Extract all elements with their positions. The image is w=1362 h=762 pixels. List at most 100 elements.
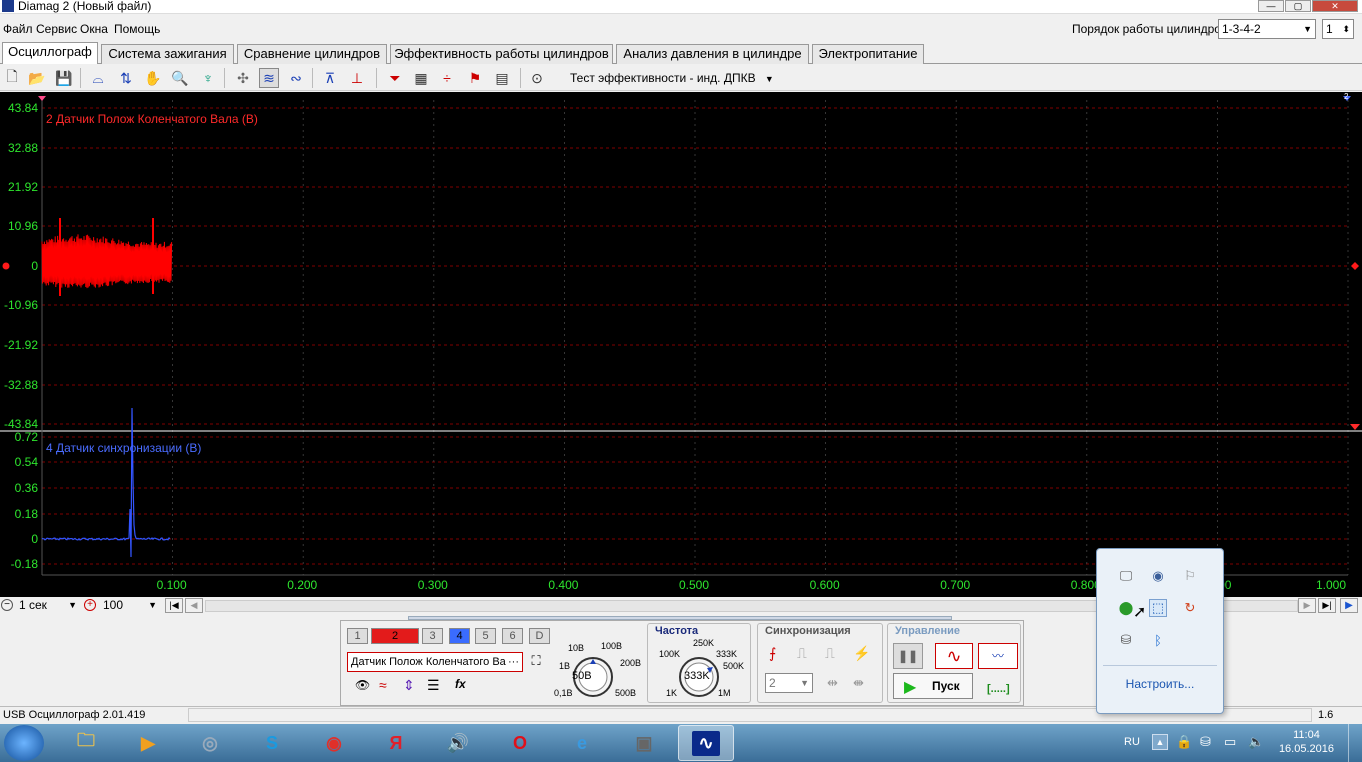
channel-4-button[interactable]: 4	[449, 628, 470, 644]
go-end-button[interactable]: ▶|	[1318, 598, 1336, 613]
channel-6-button[interactable]: 6	[502, 628, 523, 644]
sensor-name-field[interactable]: Датчик Полож Коленчатого Ва ···	[347, 652, 523, 672]
menu-windows[interactable]: Окна	[80, 22, 108, 36]
app-disk-taskbar-icon[interactable]: ◎	[182, 725, 238, 761]
timebase-select[interactable]: 1 сек ▼	[16, 598, 80, 614]
filter-icon[interactable]: ⏷	[385, 68, 405, 88]
media-player-taskbar-icon[interactable]: ▶	[120, 725, 176, 761]
tray-configure-link[interactable]: Настроить...	[1097, 677, 1223, 691]
show-desktop-button[interactable]	[1348, 724, 1362, 762]
trigger-icon[interactable]: ⚡	[853, 645, 875, 665]
volume-tray-icon[interactable]: 🔈	[1248, 734, 1264, 750]
menu-help[interactable]: Помощь	[114, 22, 160, 36]
expand-icon[interactable]: ⇹	[827, 675, 838, 691]
flag-tray-icon[interactable]: ⚐	[1181, 567, 1199, 585]
tab-power[interactable]: Электропитание	[812, 44, 924, 64]
menu-file[interactable]: Файл	[3, 22, 33, 36]
cylinder-count-stepper[interactable]: 1 ⬍	[1322, 19, 1354, 39]
disc-tray-icon[interactable]: ◉	[1149, 567, 1167, 585]
tab-ignition[interactable]: Система зажигания	[101, 44, 234, 64]
rising-edge-icon[interactable]: ⨍	[769, 645, 791, 665]
waveform-overlay-icon[interactable]: ∾	[286, 68, 306, 88]
close-button[interactable]: ✕	[1312, 0, 1358, 12]
network-tray-icon[interactable]: ▭	[1224, 734, 1236, 750]
eye-icon[interactable]: 👁	[355, 678, 370, 692]
tray-expand-icon[interactable]: ▲	[1152, 734, 1168, 750]
ie-taskbar-icon[interactable]: e	[554, 725, 610, 761]
crosshair-icon[interactable]: ✣	[233, 68, 253, 88]
film-taskbar-icon[interactable]: ▣	[616, 725, 672, 761]
clock[interactable]: 11:04 16.05.2016	[1279, 728, 1334, 756]
tree-icon[interactable]: ♆	[198, 68, 218, 88]
step-forward-button[interactable]: ▶	[1298, 598, 1316, 613]
zoom-select[interactable]: 100 ▼	[100, 598, 160, 614]
channel-1-button[interactable]: 1	[347, 628, 368, 644]
single-wave-button[interactable]: ∿	[935, 643, 973, 669]
zero-marker-icon[interactable]: ⊥	[347, 68, 367, 88]
lasso-icon[interactable]: ⌓	[88, 68, 108, 88]
flag-icon[interactable]: ⚑	[465, 68, 485, 88]
start-menu-button[interactable]	[4, 725, 44, 761]
grid-table-icon[interactable]: ▦	[411, 68, 431, 88]
maximize-button[interactable]: ▢	[1285, 0, 1311, 12]
auto-trigger-icon[interactable]: ⊼	[320, 68, 340, 88]
lines-icon[interactable]: ☰	[427, 677, 445, 695]
save-icon[interactable]: 💾	[54, 68, 74, 88]
channel-d-button[interactable]: D	[529, 628, 550, 644]
chrome-taskbar-icon[interactable]: ◉	[306, 725, 362, 761]
toolbar-separator	[312, 68, 313, 88]
step-back-button[interactable]: ◀	[185, 598, 203, 613]
opera-taskbar-icon[interactable]: O	[492, 725, 548, 761]
audio-taskbar-icon[interactable]: 🔊	[430, 725, 486, 761]
hand-pan-icon[interactable]: ✋	[143, 68, 163, 88]
collapse-icon[interactable]: ⇼	[853, 675, 864, 691]
auto-gauge-icon[interactable]: ⊙	[527, 68, 547, 88]
oscilloscope-view[interactable]: 2	[0, 92, 1362, 597]
channel-2-button[interactable]: 2	[371, 628, 419, 644]
cursor-measure-icon[interactable]: ⇅	[116, 68, 136, 88]
explorer-taskbar-icon[interactable]: 🗀	[58, 725, 114, 761]
zoom-in-icon[interactable]: +	[84, 599, 96, 611]
usb-tray-icon[interactable]: ⛁	[1117, 631, 1135, 649]
zoom-out-icon[interactable]: −	[1, 599, 13, 611]
minimize-button[interactable]: —	[1258, 0, 1284, 12]
start-button[interactable]: ▶ Пуск	[893, 673, 973, 699]
waveform-filter-icon[interactable]: ≈	[379, 677, 397, 695]
device-tray-icon[interactable]: ⛁	[1200, 734, 1211, 750]
tab-oscilloscope[interactable]: Осциллограф	[2, 42, 98, 64]
pause-button[interactable]: ❚❚	[893, 643, 923, 669]
zoom-icon[interactable]: 🔍	[170, 68, 190, 88]
waveform-stack-icon[interactable]: ≋	[259, 68, 279, 88]
split-icon[interactable]: ÷	[437, 68, 457, 88]
language-indicator[interactable]: RU	[1124, 736, 1140, 748]
yandex-taskbar-icon[interactable]: Я	[368, 725, 424, 761]
bluetooth-tray-icon[interactable]: ᛒ	[1149, 631, 1167, 649]
sensor-settings-icon[interactable]: ⛶	[527, 653, 545, 671]
menu-service[interactable]: Сервис	[36, 22, 77, 36]
lock-tray-icon[interactable]: 🔒	[1176, 734, 1192, 750]
new-file-icon[interactable]: 🗋	[2, 68, 22, 88]
play-scroll-button[interactable]: ▶	[1340, 598, 1358, 613]
tab-pressure-analysis[interactable]: Анализ давления в цилиндре	[616, 44, 809, 64]
channel-5-button[interactable]: 5	[475, 628, 496, 644]
tab-cylinder-efficiency[interactable]: Эффективность работы цилиндров	[390, 44, 613, 64]
pulse-up-icon[interactable]: ⎍	[797, 645, 819, 665]
tab-cylinder-compare[interactable]: Сравнение цилиндров	[237, 44, 387, 64]
monitor-tray-icon[interactable]: 🖵	[1117, 567, 1135, 585]
pulse-down-icon[interactable]: ⎍	[825, 645, 847, 665]
skype-taskbar-icon[interactable]: S	[244, 725, 300, 761]
vertical-move-icon[interactable]: ⇕	[403, 677, 421, 695]
document-icon[interactable]: ▤	[492, 68, 512, 88]
selection-tray-icon[interactable]: ⬚	[1149, 599, 1167, 617]
cylinder-order-select[interactable]: 1-3-4-2 ▼	[1218, 19, 1316, 39]
function-icon[interactable]: fx	[455, 677, 473, 695]
open-folder-icon[interactable]: 📂	[27, 68, 47, 88]
continuous-wave-button[interactable]: 〰	[978, 643, 1018, 669]
chevron-down-icon: ▼	[800, 678, 809, 688]
test-mode-dropdown[interactable]: Тест эффективности - инд. ДПКВ ▼	[570, 71, 774, 85]
go-start-button[interactable]: |◀	[165, 598, 183, 613]
sync-channel-select[interactable]: 2 ▼	[765, 673, 813, 693]
channel-3-button[interactable]: 3	[422, 628, 443, 644]
diamag-taskbar-icon[interactable]: ∿	[678, 725, 734, 761]
refresh-tray-icon[interactable]: ↻	[1181, 599, 1199, 617]
